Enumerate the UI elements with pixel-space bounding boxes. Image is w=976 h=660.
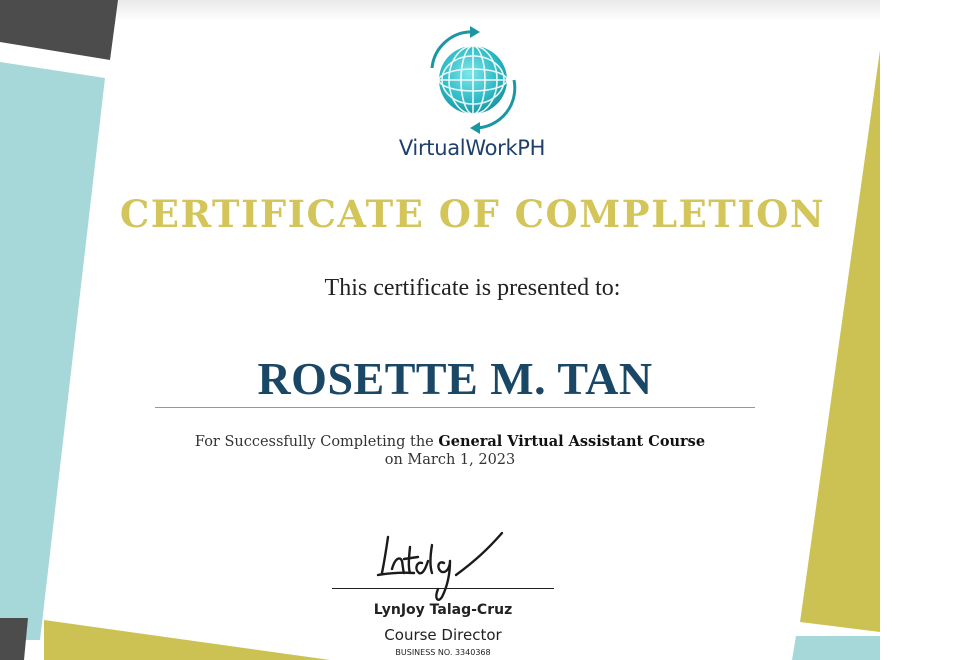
globe-logo-icon xyxy=(430,26,517,134)
brand-name: VirtualWorkPH xyxy=(398,136,546,160)
right-gutter xyxy=(880,0,976,660)
band-olive-right xyxy=(800,50,880,632)
completion-date: on March 1, 2023 xyxy=(384,452,516,468)
corner-dark-bottom-left xyxy=(0,618,28,660)
completion-reason: For Successfully Completing the General … xyxy=(150,433,750,469)
signature xyxy=(376,531,504,601)
signatory-name: LynJoy Talag-Cruz xyxy=(373,602,513,618)
band-teal-left xyxy=(0,62,105,640)
signatory-role: Course Director xyxy=(384,626,502,644)
corner-dark-top-left xyxy=(0,0,118,60)
band-olive-bottom xyxy=(44,620,330,660)
certificate-title: CERTIFICATE OF COMPLETION xyxy=(119,192,826,236)
reason-prefix: For Successfully Completing the xyxy=(194,434,439,450)
presented-to-text: This certificate is presented to: xyxy=(324,275,621,301)
recipient-name: ROSETTE M. TAN xyxy=(257,353,653,404)
signature-line xyxy=(332,588,554,589)
course-name: General Virtual Assistant Course xyxy=(438,433,706,450)
band-teal-bottom-right xyxy=(792,636,880,660)
business-number: BUSINESS NO. 3340368 xyxy=(395,648,491,657)
recipient-underline xyxy=(155,407,755,408)
certificate-page: VirtualWorkPH CERTIFICATE OF COMPLETION … xyxy=(0,0,976,660)
